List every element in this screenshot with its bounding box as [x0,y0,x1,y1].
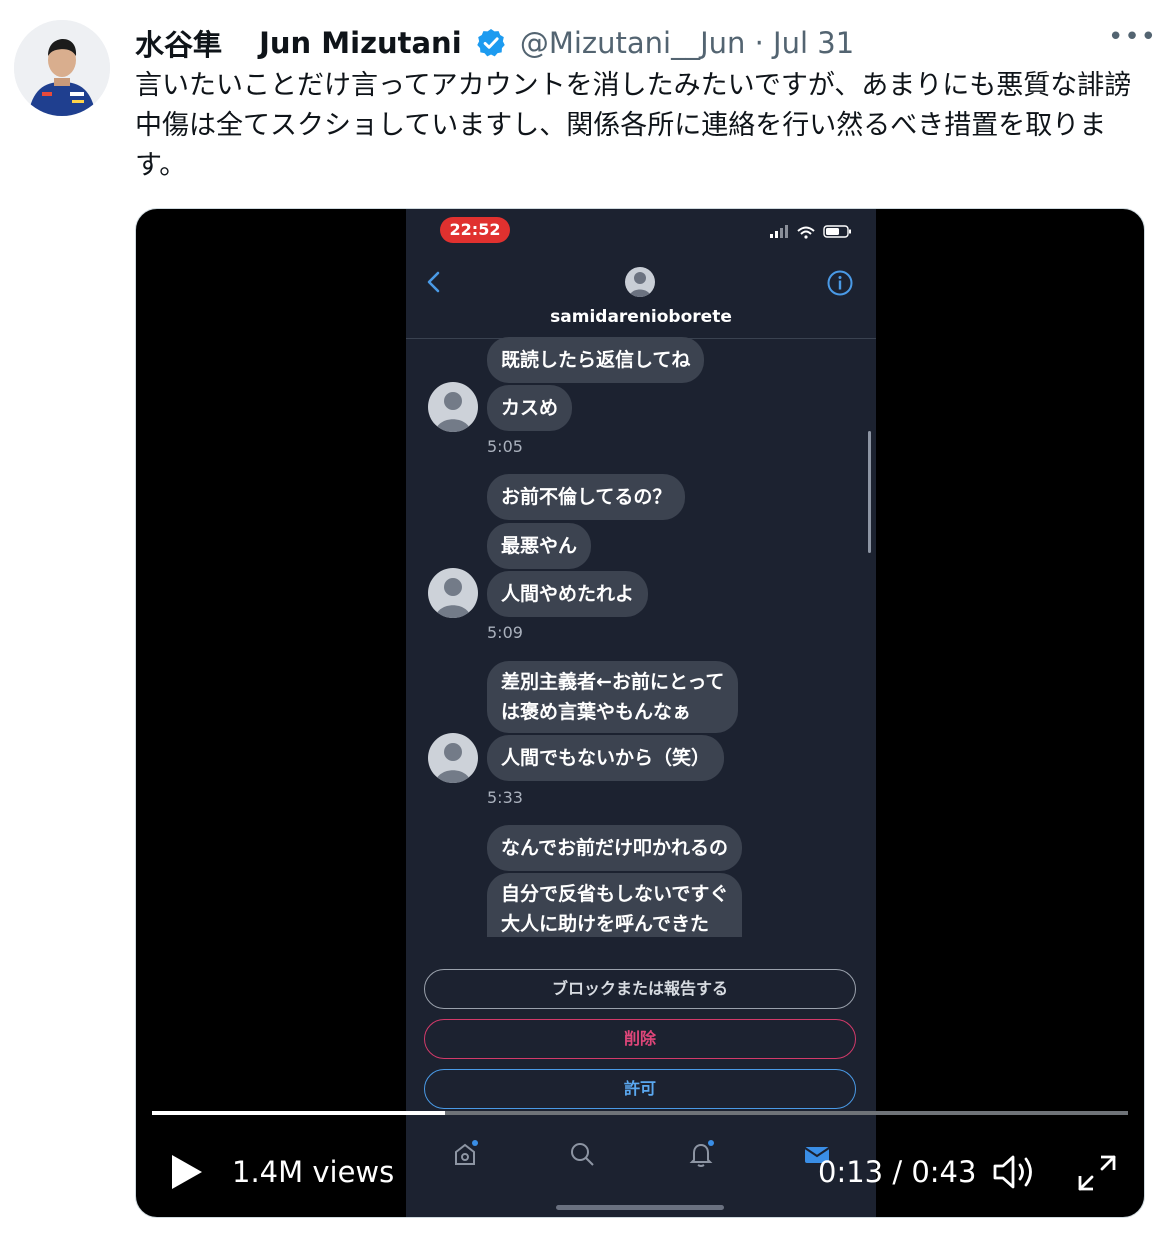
contact-avatar[interactable] [625,267,655,297]
verified-badge-icon [475,27,507,59]
message-time: 5:09 [487,623,523,642]
play-icon[interactable] [170,1153,204,1191]
tweet-text: 言いたいことだけ言ってアカウントを消したみたいですが、あまりにも悪質な誹謗中傷は… [135,70,1132,181]
message-bubble: 自分で反省もしないですぐ 大人に助けを呼んできた [487,873,743,945]
message-bubble: 差別主義者←お前にとって は褒め言葉やもんなぁ [487,661,739,733]
composer-area [406,937,876,967]
message-bubble: お前不倫してるの？ [487,474,686,520]
video-player[interactable]: 22:52 samidarenioborete 既読したら返信してね カスめ 5… [135,208,1145,1218]
handle-and-date[interactable]: @Mizutani__Jun · Jul 31 [520,26,854,60]
back-chevron-icon[interactable] [424,267,444,297]
progress-bar-fill [152,1111,445,1115]
message-time: 5:05 [487,437,523,456]
view-count: 1.4M views [232,1155,395,1189]
video-timecode: 0:13 / 0:43 [818,1155,977,1189]
info-icon[interactable] [826,269,854,297]
scrollbar-thumb[interactable] [868,431,871,553]
allow-button[interactable]: 許可 [424,1069,856,1109]
progress-bar[interactable] [152,1111,1128,1115]
status-icons [764,223,854,239]
message-bubble: 人間でもないから（笑） [487,735,725,781]
screen-recording: 22:52 samidarenioborete 既読したら返信してね カスめ 5… [406,209,876,1217]
profile-avatar[interactable] [14,20,110,116]
message-bubble: 人間やめたれよ [487,571,649,617]
sender-avatar [428,568,478,618]
message-bubble: カスめ [487,385,573,431]
display-name-en[interactable]: Jun Mizutani [259,26,462,60]
search-tab-icon[interactable] [567,1139,597,1169]
more-options-icon[interactable]: ••• [1108,22,1156,58]
contact-name: samidarenioborete [550,307,732,327]
message-time: 5:33 [487,788,523,807]
tweet-header: 水谷隼 Jun Mizutani @Mizutani__Jun · Jul 31 [135,22,1135,62]
home-tab-icon[interactable] [450,1139,480,1169]
volume-icon[interactable] [992,1151,1038,1193]
notifications-tab-icon[interactable] [686,1139,716,1169]
message-bubble: 既読したら返信してね [487,337,705,383]
message-bubble: なんでお前だけ叩かれるの [487,825,743,871]
sender-avatar [428,382,478,432]
fullscreen-icon[interactable] [1076,1153,1118,1193]
message-bubble: 最悪やん [487,523,592,569]
status-clock: 22:52 [440,217,510,243]
sender-avatar [428,733,478,783]
display-name-jp[interactable]: 水谷隼 [135,22,222,64]
block-or-report-button[interactable]: ブロックまたは報告する [424,969,856,1009]
home-indicator [556,1205,724,1210]
delete-button[interactable]: 削除 [424,1019,856,1059]
